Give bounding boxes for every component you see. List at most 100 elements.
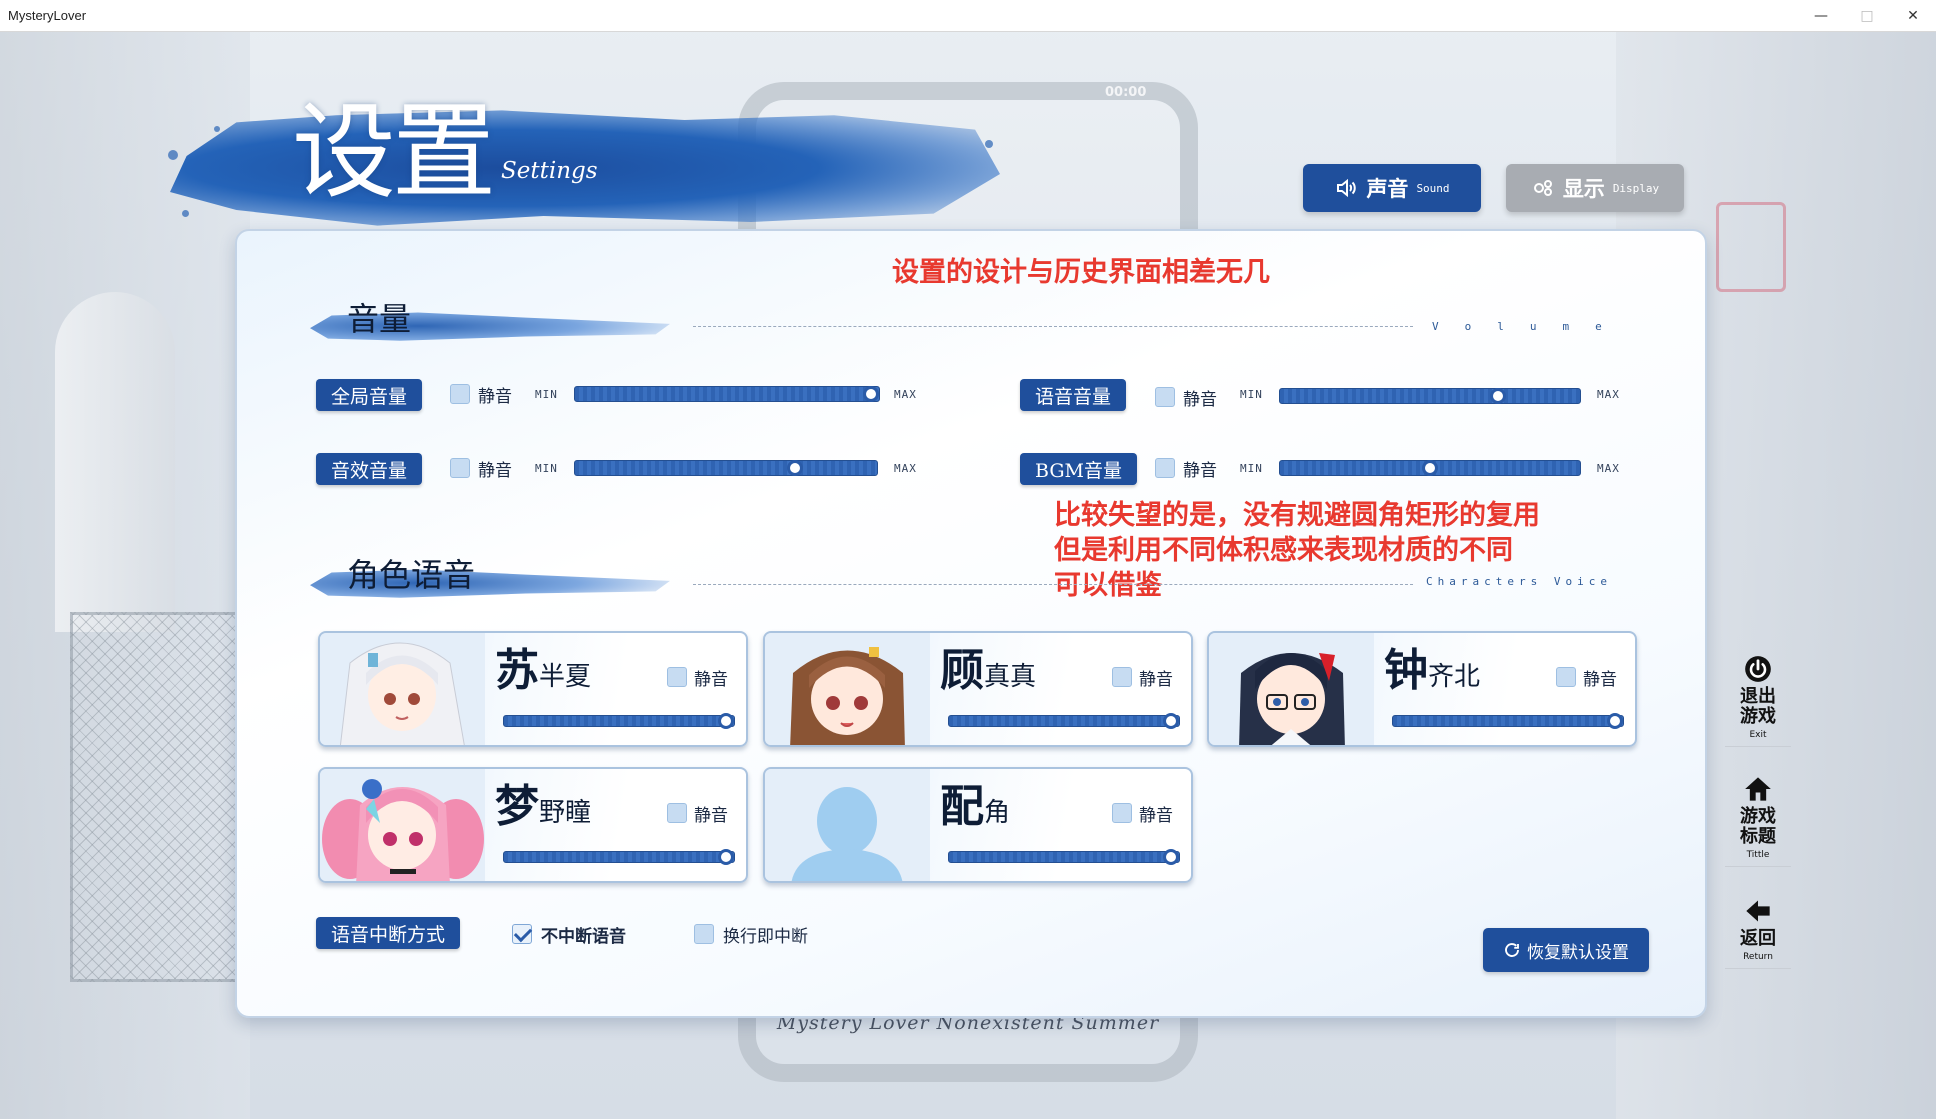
page-title: 设置: [292, 91, 496, 213]
mute-label-character: 静音: [1139, 806, 1173, 826]
min-label: MIN: [535, 388, 558, 401]
sidenav-title-label-2: 标题: [1740, 826, 1776, 847]
mute-checkbox-character[interactable]: [1112, 667, 1132, 687]
portrait-subanxia: [320, 633, 485, 745]
character-name-rest: 野瞳: [539, 798, 592, 828]
mute-checkbox-character[interactable]: [1556, 667, 1576, 687]
display-settings-icon: [1533, 180, 1552, 196]
character-card-mengyetong: 梦野瞳 静音: [318, 767, 748, 883]
brush-speck: [168, 150, 178, 160]
max-label: MAX: [1597, 462, 1620, 475]
mute-label-character: 静音: [694, 670, 728, 690]
slider-knob[interactable]: [718, 849, 734, 865]
character-name-first: 钟: [1384, 645, 1428, 696]
max-label: MAX: [894, 462, 917, 475]
settings-panel: [235, 229, 1707, 1018]
character-name: 梦野瞳: [495, 785, 591, 829]
slider-knob[interactable]: [718, 713, 734, 729]
slider-character-volume[interactable]: [503, 849, 735, 865]
tab-sound-en: Sound: [1416, 181, 1450, 195]
min-label: MIN: [1240, 388, 1263, 401]
slider-knob[interactable]: [1607, 713, 1623, 729]
slider-sfx-volume[interactable]: [574, 460, 878, 476]
app-title: MysteryLover: [8, 8, 87, 23]
section-en-volume: Volume: [1432, 320, 1628, 333]
section-divider-volume: [693, 326, 1413, 327]
mute-label-sfx: 静音: [478, 461, 512, 481]
sidenav-exit-label-2: 游戏: [1740, 706, 1776, 727]
checkbox-interrupt-on-newline[interactable]: [694, 924, 714, 944]
slider-character-volume[interactable]: [948, 849, 1180, 865]
slider-character-volume[interactable]: [948, 713, 1180, 729]
sidenav-exit-label-1: 退出: [1740, 686, 1776, 707]
phone-clock: 00:00: [1105, 85, 1147, 100]
minimize-button[interactable]: —: [1798, 0, 1844, 32]
annotation-middle-3: 可以借鉴: [1054, 570, 1162, 601]
option-interrupt-on-newline: 换行即中断: [723, 927, 808, 947]
sidenav-return[interactable]: 返回 Return: [1725, 897, 1791, 969]
slider-knob[interactable]: [1490, 388, 1507, 404]
tab-sound-label: 声音: [1366, 176, 1409, 201]
sidenav-title-screen[interactable]: 游戏 标题 Tittle: [1725, 775, 1791, 867]
window-controls: — □ ✕: [1798, 0, 1936, 32]
label-bgm-volume: BGM音量: [1020, 453, 1137, 485]
mute-checkbox-character[interactable]: [667, 667, 687, 687]
slider-voice-volume[interactable]: [1279, 388, 1581, 404]
character-name: 顾真真: [940, 649, 1036, 693]
mute-label-master: 静音: [478, 387, 512, 407]
portrait-guzhenzhen: [765, 633, 930, 745]
slider-character-volume[interactable]: [503, 713, 735, 729]
section-title-voice: 角色语音: [347, 556, 476, 594]
mute-checkbox-sfx[interactable]: [450, 458, 470, 478]
mute-checkbox-master[interactable]: [450, 384, 470, 404]
character-name-first: 苏: [495, 645, 539, 696]
reset-defaults-button[interactable]: 恢复默认设置: [1483, 928, 1649, 972]
annotation-middle-2: 但是利用不同体积感来表现材质的不同: [1054, 535, 1513, 566]
slider-master-volume[interactable]: [574, 386, 880, 402]
character-card-supporting: 配角 静音: [763, 767, 1193, 883]
brush-speck: [182, 210, 189, 217]
slider-knob[interactable]: [1422, 460, 1438, 476]
slider-character-volume[interactable]: [1392, 713, 1624, 729]
portrait-silhouette: [765, 769, 930, 881]
power-icon: [1745, 656, 1771, 682]
character-name-rest: 齐北: [1428, 662, 1481, 692]
close-button[interactable]: ✕: [1890, 0, 1936, 32]
mute-checkbox-voice[interactable]: [1155, 387, 1175, 407]
sidenav-return-en: Return: [1743, 952, 1773, 962]
mute-checkbox-character[interactable]: [667, 803, 687, 823]
character-name: 苏半夏: [495, 649, 591, 693]
min-label: MIN: [535, 462, 558, 475]
mute-label-bgm: 静音: [1183, 461, 1217, 481]
tab-sound[interactable]: 声音 Sound: [1303, 164, 1481, 212]
checkbox-no-interrupt[interactable]: [512, 924, 532, 944]
mute-label-character: 静音: [1139, 670, 1173, 690]
sidenav-exit-game[interactable]: 退出 游戏 Exit: [1725, 655, 1791, 747]
mute-checkbox-bgm[interactable]: [1155, 458, 1175, 478]
sidenav-title-label-1: 游戏: [1740, 806, 1776, 827]
slider-knob[interactable]: [863, 386, 879, 402]
mute-label-voice: 静音: [1183, 390, 1217, 410]
character-card-suban: 苏半夏 静音: [318, 631, 748, 747]
portrait-mengyetong: [320, 769, 485, 881]
maximize-button[interactable]: □: [1844, 0, 1890, 32]
max-label: MAX: [1597, 388, 1620, 401]
slider-bgm-volume[interactable]: [1279, 460, 1581, 476]
label-interrupt-mode: 语音中断方式: [316, 917, 461, 949]
speaker-icon: [1337, 178, 1357, 198]
tab-display-label: 显示: [1562, 176, 1605, 201]
character-card-zhongqibei: 钟齐北 静音: [1207, 631, 1637, 747]
section-divider-voice: [693, 584, 1413, 585]
mute-label-character: 静音: [694, 806, 728, 826]
slider-knob[interactable]: [1163, 849, 1179, 865]
slider-knob[interactable]: [786, 460, 803, 476]
sidenav-exit-en: Exit: [1749, 730, 1767, 740]
mute-checkbox-character[interactable]: [1112, 803, 1132, 823]
sidenav-return-label: 返回: [1740, 928, 1776, 949]
slider-knob[interactable]: [1163, 713, 1179, 729]
character-name-first: 梦: [495, 781, 539, 832]
section-en-voice: Characters Voice: [1426, 575, 1612, 588]
annotation-top: 设置的设计与历史界面相差无几: [892, 257, 1270, 288]
tab-display[interactable]: 显示 Display: [1506, 164, 1684, 212]
character-name-rest: 角: [984, 798, 1011, 828]
